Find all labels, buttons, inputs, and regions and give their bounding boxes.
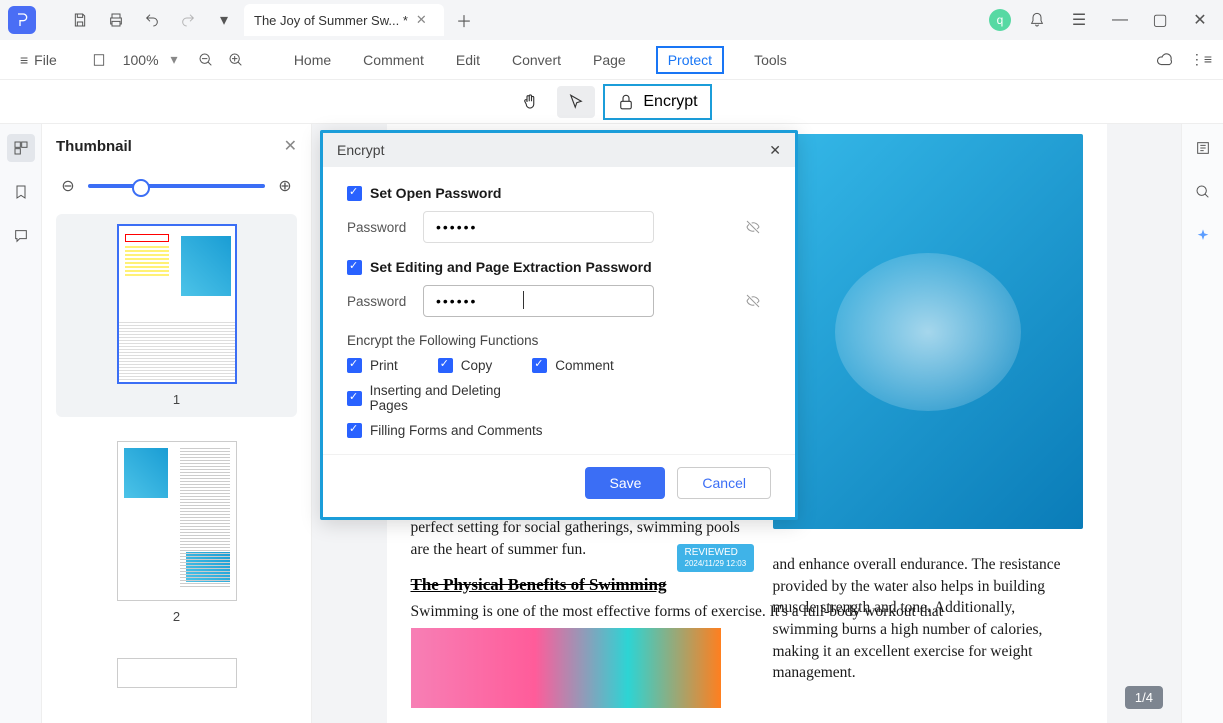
password-label: Password	[347, 220, 411, 235]
menubar-right: ⋮≡	[1153, 48, 1213, 72]
menu-bar: ≡File 100% ▾ Home Comment Edit Convert P…	[0, 40, 1223, 80]
notifications-icon[interactable]	[1021, 4, 1053, 36]
maximize-icon[interactable]: ▢	[1145, 6, 1175, 34]
flamingo-image	[411, 628, 721, 708]
toggle-visibility-icon[interactable]	[745, 219, 761, 238]
zoom-value[interactable]: 100%	[123, 52, 159, 68]
thumb-zoom-in-icon[interactable]: ⊕	[273, 174, 297, 198]
hand-tool[interactable]	[511, 86, 549, 118]
panel-toggle-icon[interactable]: ⋮≡	[1189, 48, 1213, 72]
opt-copy-checkbox[interactable]	[438, 358, 453, 373]
thumbnail-item[interactable]: 1	[56, 214, 297, 417]
editing-password-input[interactable]	[423, 285, 654, 317]
set-editing-password-label: Set Editing and Page Extraction Password	[370, 259, 652, 275]
app-logo[interactable]	[8, 6, 36, 34]
ai-sparkle-icon[interactable]	[1189, 222, 1217, 250]
search-icon[interactable]	[1189, 178, 1217, 206]
new-tab-icon[interactable]: ＋	[448, 4, 480, 36]
comment-panel-icon[interactable]	[7, 222, 35, 250]
tab-tools[interactable]: Tools	[752, 46, 789, 74]
right-rail	[1181, 124, 1223, 723]
document-text-col2: and enhance overall endurance. The resis…	[773, 554, 1083, 684]
set-open-password-checkbox[interactable]	[347, 186, 362, 201]
thumbnail-zoom-slider[interactable]	[88, 184, 265, 188]
reviewed-badge: REVIEWED 2024/11/29 12:03	[677, 544, 755, 572]
thumbnail-close-icon[interactable]: ✕	[284, 136, 297, 156]
tab-page[interactable]: Page	[591, 46, 628, 74]
tab-protect[interactable]: Protect	[656, 46, 724, 74]
left-rail	[0, 124, 42, 723]
thumbnail-page-number: 2	[173, 609, 180, 624]
redo-icon[interactable]	[172, 4, 204, 36]
opt-insert-checkbox[interactable]	[347, 391, 362, 406]
hamburger-menu-icon[interactable]: ☰	[1063, 4, 1095, 36]
tab-home[interactable]: Home	[292, 46, 333, 74]
tab-comment[interactable]: Comment	[361, 46, 426, 74]
page-view-icon[interactable]	[87, 48, 111, 72]
menu-tabs: Home Comment Edit Convert Page Protect T…	[292, 46, 789, 74]
set-open-password-label: Set Open Password	[370, 185, 501, 201]
tab-convert[interactable]: Convert	[510, 46, 563, 74]
encrypt-options: Print Copy Comment Inserting and Deletin…	[347, 358, 771, 438]
thumbnail-panel: Thumbnail ✕ ⊖ ⊕ 1	[42, 124, 312, 723]
select-tool[interactable]	[557, 86, 595, 118]
thumbnail-panel-icon[interactable]	[7, 134, 35, 162]
zoom-dropdown-icon[interactable]: ▾	[171, 51, 178, 68]
thumbnail-page-number: 1	[173, 392, 180, 407]
tab-edit[interactable]: Edit	[454, 46, 482, 74]
file-menu[interactable]: ≡File	[10, 48, 67, 72]
zoom-in-icon[interactable]	[224, 48, 248, 72]
undo-icon[interactable]	[136, 4, 168, 36]
tab-title: The Joy of Summer Sw... *	[254, 13, 408, 28]
properties-icon[interactable]	[1189, 134, 1217, 162]
thumb-zoom-out-icon[interactable]: ⊖	[56, 174, 80, 198]
open-password-input[interactable]	[423, 211, 654, 243]
page-counter[interactable]: 1/4	[1125, 686, 1163, 709]
title-bar: ▾ The Joy of Summer Sw... * ✕ ＋ q ☰ — ▢ …	[0, 0, 1223, 40]
lock-icon	[617, 93, 635, 111]
cloud-icon[interactable]	[1153, 48, 1177, 72]
minimize-icon[interactable]: —	[1105, 6, 1135, 34]
encrypt-dialog: Encrypt ✕ Set Open Password Password Set…	[320, 130, 798, 520]
thumbnail-zoom: ⊖ ⊕	[42, 168, 311, 204]
encrypt-functions-label: Encrypt the Following Functions	[347, 333, 771, 348]
encrypt-button[interactable]: Encrypt	[603, 84, 711, 120]
save-button[interactable]: Save	[585, 467, 665, 499]
bookmark-icon[interactable]	[7, 178, 35, 206]
cancel-button[interactable]: Cancel	[677, 467, 771, 499]
zoom-controls: 100% ▾	[87, 48, 248, 72]
window-close-icon[interactable]: ✕	[1185, 6, 1215, 34]
pool-image	[773, 134, 1083, 529]
opt-print-checkbox[interactable]	[347, 358, 362, 373]
thumbnail-list[interactable]: 1 2	[42, 204, 311, 723]
save-icon[interactable]	[64, 4, 96, 36]
password-label: Password	[347, 294, 411, 309]
print-icon[interactable]	[100, 4, 132, 36]
thumbnail-item[interactable]	[56, 648, 297, 698]
opt-comment-checkbox[interactable]	[532, 358, 547, 373]
dialog-titlebar: Encrypt ✕	[323, 133, 795, 167]
set-editing-password-checkbox[interactable]	[347, 260, 362, 275]
dialog-close-icon[interactable]: ✕	[769, 142, 781, 159]
thumbnail-title: Thumbnail	[56, 138, 132, 155]
tab-close-icon[interactable]: ✕	[416, 12, 427, 28]
protect-toolbar: Encrypt	[0, 80, 1223, 124]
user-avatar[interactable]: q	[989, 9, 1011, 31]
opt-fill-checkbox[interactable]	[347, 423, 362, 438]
dropdown-icon[interactable]: ▾	[208, 4, 240, 36]
thumbnail-item[interactable]: 2	[56, 431, 297, 634]
document-tab[interactable]: The Joy of Summer Sw... * ✕	[244, 4, 444, 36]
toggle-visibility-icon[interactable]	[745, 293, 761, 312]
dialog-title: Encrypt	[337, 142, 384, 158]
zoom-out-icon[interactable]	[194, 48, 218, 72]
